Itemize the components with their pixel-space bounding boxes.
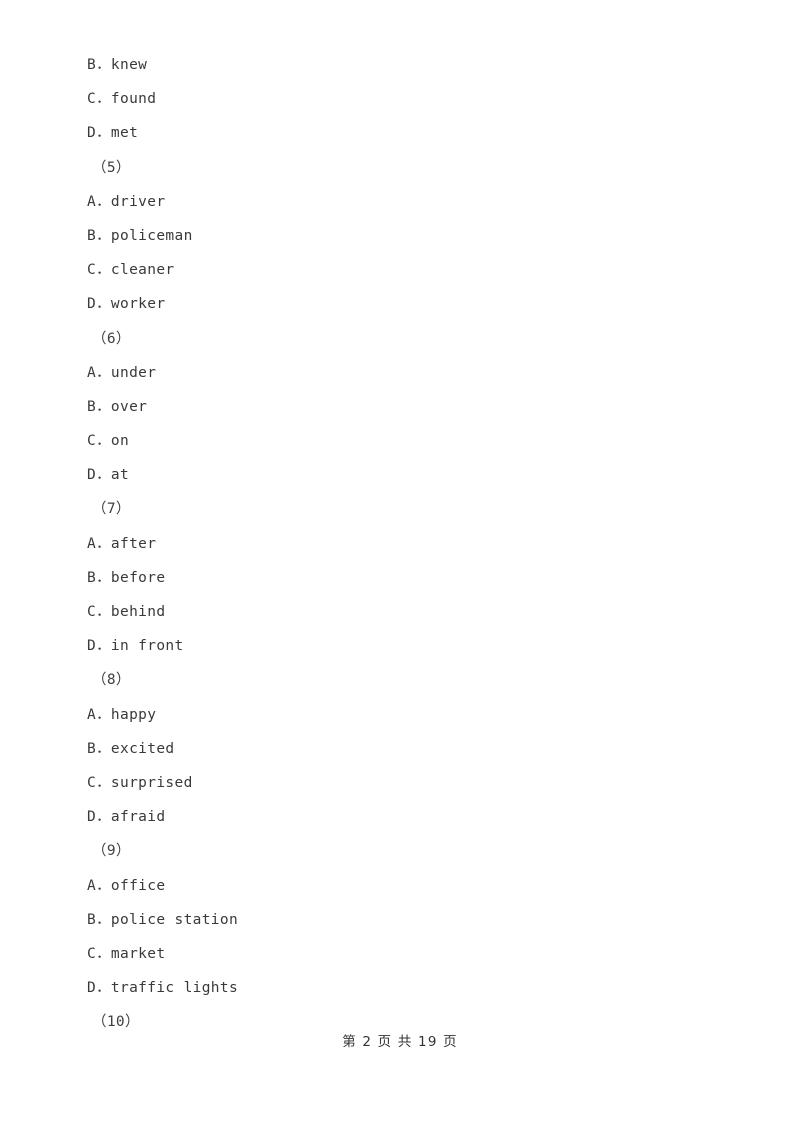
answer-option: B．police station: [87, 911, 239, 928]
question-options-list: B．knew C．found D．met （5） A．driver B．policeman…: [87, 48, 727, 1039]
answer-option: D．traffic lights: [87, 980, 239, 997]
answer-option: A．driver: [87, 193, 166, 210]
answer-option: C．market: [87, 945, 166, 962]
answer-option: B．knew: [87, 57, 148, 73]
answer-option: A．under: [87, 364, 157, 381]
answer-option: D．worker: [87, 296, 166, 313]
answer-option: B．excited: [87, 740, 175, 757]
question-number: （7）: [92, 501, 131, 518]
answer-option: C．found: [87, 91, 157, 108]
answer-option: C．behind: [87, 604, 166, 620]
question-number: （6）: [92, 330, 131, 347]
answer-option: D．met: [87, 125, 139, 142]
document-page: B．knew C．found D．met （5） A．driver B．policeman…: [0, 0, 800, 1132]
question-number: （9）: [92, 843, 131, 860]
answer-option: A．office: [87, 877, 166, 894]
answer-option: C．cleaner: [87, 262, 175, 279]
answer-option: D．afraid: [87, 809, 166, 826]
question-number: （8）: [92, 672, 131, 689]
answer-option: A．after: [87, 535, 157, 552]
answer-option: D．at: [87, 467, 130, 484]
answer-option: C．on: [87, 433, 130, 450]
answer-option: B．policeman: [87, 227, 193, 244]
answer-option: C．surprised: [87, 774, 193, 791]
answer-option: B．before: [87, 569, 166, 586]
question-number: （5）: [92, 159, 131, 176]
page-footer: 第 2 页 共 19 页: [342, 1034, 458, 1050]
answer-option: B．over: [87, 398, 148, 415]
answer-option: D．in front: [87, 638, 184, 655]
answer-option: A．happy: [87, 706, 157, 723]
